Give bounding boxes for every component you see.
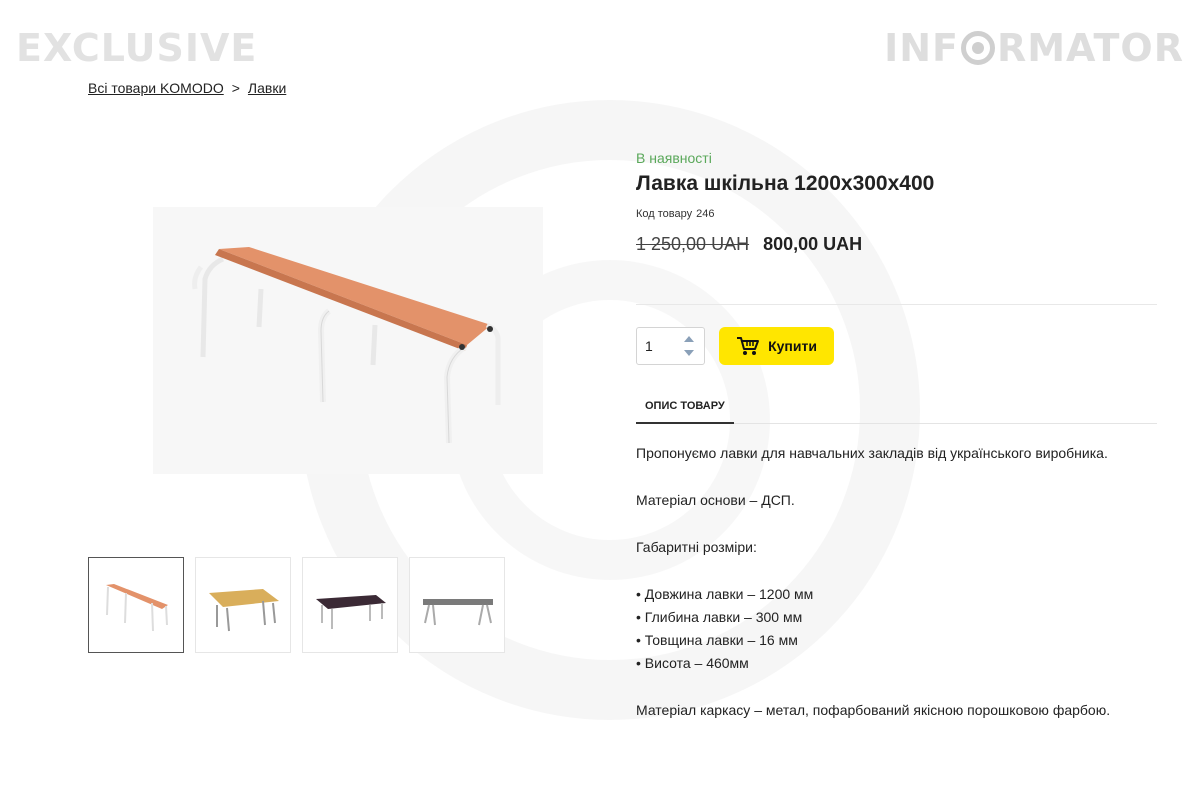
breadcrumb-separator: > [231, 80, 240, 96]
thumbnail-strip [88, 557, 505, 653]
description-bullet: • Висота – 460мм [636, 655, 749, 671]
price-block: 1 250,00 UAH 800,00 UAH [636, 234, 1157, 255]
divider [636, 304, 1157, 305]
description-bullet: • Товщина лавки – 16 мм [636, 632, 798, 648]
product-info: В наявності Лавка шкільна 1200х300х400 К… [636, 148, 1157, 255]
product-sku: Код товару 246 [636, 208, 1157, 220]
description-frame: Матеріал каркасу – метал, пофарбований я… [636, 702, 1111, 718]
quantity-input[interactable] [645, 336, 679, 356]
watermark-logo-left: EXCLUSIVE [16, 26, 258, 70]
watermark-text-b: RMATOR [996, 26, 1184, 70]
sku-label: Код товару [636, 208, 693, 220]
description-bullet: • Довжина лавки – 1200 мм [636, 586, 814, 602]
thumb-bench-grey [423, 599, 493, 626]
product-tabs: ОПИС ТОВАРУ [636, 390, 1157, 424]
thumbnail-4[interactable] [409, 557, 505, 653]
product-main-image[interactable] [153, 207, 543, 474]
quantity-up-icon[interactable] [684, 336, 694, 342]
description-bullet: • Глибина лавки – 300 мм [636, 609, 803, 625]
watermark-logo-right: INF RMATOR [884, 26, 1184, 70]
thumb-bench-dark [316, 595, 386, 629]
breadcrumb-benches[interactable]: Лавки [248, 80, 286, 96]
cart-icon [737, 337, 760, 355]
product-description: Пропонуємо лавки для навчальних закладів… [636, 442, 1176, 722]
breadcrumb-all-products[interactable]: Всі товари KOMODO [88, 80, 224, 96]
thumb-bench-wood [209, 589, 279, 632]
sku-value: 246 [696, 208, 715, 220]
page: EXCLUSIVE INF RMATOR Всі товари KOMODO >… [0, 0, 1200, 800]
thumbnail-1[interactable] [88, 557, 184, 653]
description-material: Матеріал основи – ДСП. [636, 492, 795, 508]
quantity-down-icon[interactable] [684, 350, 694, 356]
bench-image [192, 247, 501, 444]
quantity-stepper [636, 327, 705, 365]
description-dimensions-heading: Габаритні розміри: [636, 539, 757, 555]
eye-icon [960, 31, 995, 65]
old-price: 1 250,00 UAH [636, 234, 750, 254]
thumb-bench-orange [106, 584, 168, 632]
buy-button[interactable]: Купити [719, 327, 834, 365]
description-intro: Пропонуємо лавки для навчальних закладів… [636, 445, 1108, 461]
product-title: Лавка шкільна 1200х300х400 [636, 172, 935, 195]
breadcrumb: Всі товари KOMODO > Лавки [88, 80, 286, 96]
new-price: 800,00 UAH [763, 234, 863, 254]
watermark-text-a: INF [884, 26, 959, 70]
buy-button-label: Купити [768, 338, 817, 354]
stock-status: В наявності [636, 150, 712, 166]
tab-description[interactable]: ОПИС ТОВАРУ [636, 390, 734, 424]
thumbnail-2[interactable] [195, 557, 291, 653]
thumbnail-3[interactable] [302, 557, 398, 653]
